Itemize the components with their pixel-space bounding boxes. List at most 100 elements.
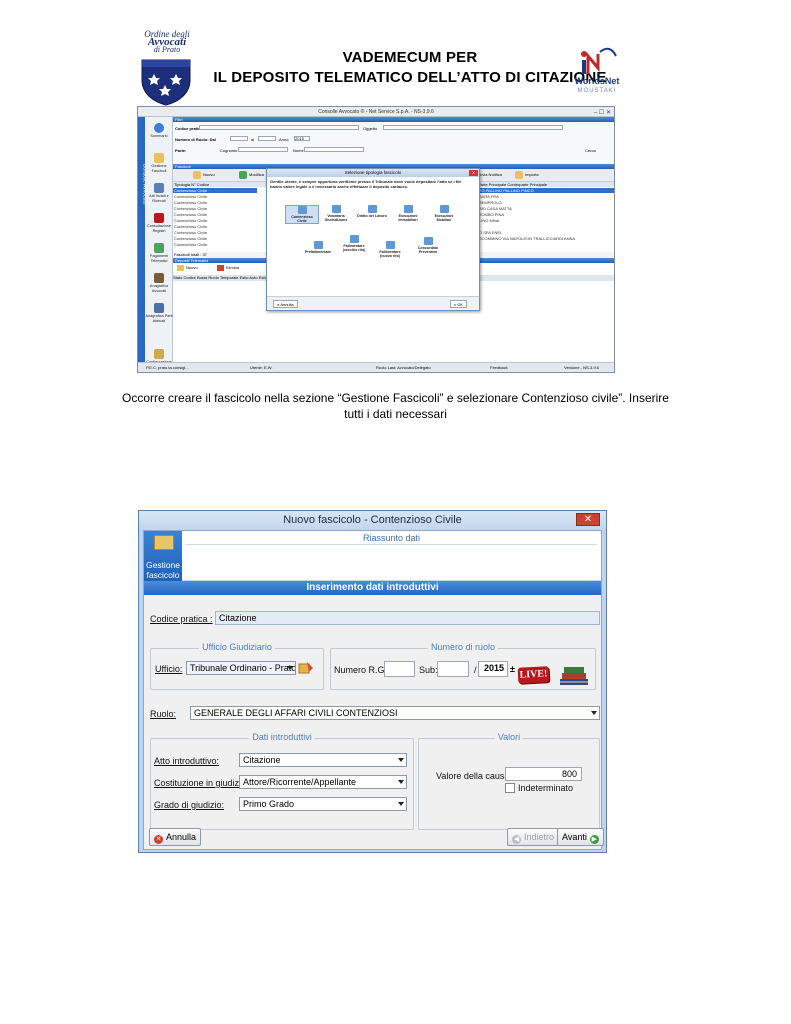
filter-codice-input[interactable] xyxy=(199,125,359,130)
table-row[interactable]: SCOMMINO VIA NAPOLEON TRALLICCIARDI ANNA xyxy=(478,236,614,241)
option-concordato[interactable]: Concordato Preventivo xyxy=(411,237,445,254)
folder-icon xyxy=(439,205,449,213)
grid-count: Fascicoli totali : 37 xyxy=(174,252,207,257)
nav-item-parti[interactable]: Anagrafica Parti Abituali xyxy=(145,303,173,323)
ruolo-label: Ruolo: xyxy=(150,709,177,719)
ruolo-select[interactable]: GENERALE DEGLI AFFARI CIVILI CONTENZIOSI xyxy=(190,706,600,720)
ufficio-search-icon[interactable] xyxy=(298,660,314,676)
table-row[interactable]: LINO Mihai xyxy=(478,218,614,223)
nav-item-avvocati[interactable]: Anagrafica Avvocati xyxy=(145,273,173,293)
gestione-fascicolo-panel: Gestione fascicolo xyxy=(144,531,182,581)
settings-icon xyxy=(154,349,164,359)
depositi-nuovo-button[interactable]: Nuovo xyxy=(177,265,198,271)
table-row[interactable]: TO PALLINO PALLINO PINCO xyxy=(478,188,614,193)
dialog-footer: ● Annulla ● OK xyxy=(267,296,479,310)
grado-select[interactable]: Primo Grado xyxy=(239,797,407,811)
books-icon[interactable] xyxy=(558,665,590,687)
dialog-close-icon[interactable]: ✕ xyxy=(469,170,478,176)
table-row[interactable]: Contenzioso Civile xyxy=(173,200,257,205)
table-row[interactable]: BIO CASA MATTA xyxy=(478,206,614,211)
folder-icon xyxy=(297,206,307,214)
annulla-button[interactable]: ✕ Annulla xyxy=(149,828,202,846)
nuovo-button[interactable]: Nuovo xyxy=(193,171,215,179)
ufficio-label: Ufficio: xyxy=(155,664,183,674)
live-badge[interactable]: LIVE! xyxy=(517,666,550,684)
option-fallimentare-nuovo[interactable]: Fallimentare (nuovo rito) xyxy=(373,241,407,258)
anno-input[interactable]: 2015 xyxy=(478,661,508,677)
table-row[interactable]: Contenzioso Civile xyxy=(173,224,257,229)
consolle-side-strip: Consolle Avvocato xyxy=(138,117,148,372)
indeterminato-label: Indeterminato xyxy=(518,783,574,793)
table-row[interactable]: TOMBO PINA xyxy=(478,212,614,217)
nav-item-gestione-fascicoli[interactable]: Gestione Fascicoli xyxy=(145,153,173,173)
valore-input[interactable]: 800 xyxy=(505,767,582,781)
option-contenzioso-civile[interactable]: Contenzioso Civile xyxy=(285,205,319,224)
dialog-ok-button[interactable]: ● OK xyxy=(449,300,467,308)
codice-pratica-input[interactable]: Citazione xyxy=(215,611,600,625)
option-fallimentare-vecchio[interactable]: Fallimentare (vecchio rito) xyxy=(337,235,371,252)
table-row[interactable] xyxy=(478,224,614,229)
table-row[interactable]: Contenzioso Civile xyxy=(173,188,257,193)
close-button[interactable]: ✕ xyxy=(576,513,600,526)
table-row[interactable]: Contenzioso Civile xyxy=(173,230,257,235)
costituzione-label: Costituzione in giudizio: xyxy=(154,778,249,788)
cerca-button[interactable]: Cerca xyxy=(585,148,596,153)
avanti-button[interactable]: Avanti ▶ xyxy=(557,828,604,846)
table-row[interactable]: Contenzioso Civile xyxy=(173,242,257,247)
chevron-down-icon xyxy=(287,666,293,670)
nav-item-pagamenti[interactable]: Pagamenti Telematici xyxy=(145,243,173,263)
folder-icon xyxy=(349,235,359,243)
slash-separator: / xyxy=(474,665,477,675)
dialog-message: Gentile utente, è sempre opportuno verif… xyxy=(270,179,462,189)
filter-parte-label: Parte: xyxy=(175,148,187,153)
option-lavoro[interactable]: Diritto del Lavoro xyxy=(355,205,389,218)
filter-al-input[interactable] xyxy=(258,136,276,141)
rg-input[interactable] xyxy=(384,661,415,677)
indietro-button[interactable]: ◀ Indietro xyxy=(507,828,560,846)
dialog-annulla-button[interactable]: ● Annulla xyxy=(273,300,298,308)
importa-button[interactable]: Importa xyxy=(515,171,539,179)
page-title: VADEMECUM PER IL DEPOSITO TELEMATICO DEL… xyxy=(205,48,615,88)
option-volontaria[interactable]: Volontaria Giurisdizione xyxy=(319,205,353,222)
nav-item-registri[interactable]: Consultazione Registri xyxy=(145,213,173,233)
folder-icon xyxy=(403,205,413,213)
info-icon xyxy=(154,123,164,133)
caption: Occorre creare il fascicolo nella sezion… xyxy=(60,390,731,422)
chevron-down-icon xyxy=(398,802,404,806)
shield-icon xyxy=(141,59,191,106)
sub-input[interactable] xyxy=(437,661,469,677)
folder-icon xyxy=(154,153,164,163)
indeterminato-checkbox[interactable] xyxy=(505,783,515,793)
filter-anno-input[interactable]: 2015 xyxy=(294,136,310,141)
side-label-1: Gestione xyxy=(145,560,181,570)
table-row[interactable]: Contenzioso Civile xyxy=(173,206,257,211)
filter-cognome-input[interactable] xyxy=(238,147,288,152)
table-row[interactable]: SEMPROLO xyxy=(478,200,614,205)
nav-item-sommario[interactable]: Sommario xyxy=(145,123,173,139)
option-esecuzioni-mobiliari[interactable]: Esecuzioni Mobiliari xyxy=(427,205,461,222)
table-row[interactable]: Contenzioso Civile xyxy=(173,236,257,241)
table-row[interactable]: O SPA ENEL xyxy=(478,230,614,235)
back-icon: ◀ xyxy=(512,835,521,844)
table-row[interactable]: SARA FRA xyxy=(478,194,614,199)
costituzione-select[interactable]: Attore/Ricorrente/Appellante xyxy=(239,775,407,789)
option-esecuzioni-immobiliari[interactable]: Esecuzioni Immobiliari xyxy=(391,205,425,222)
nav-item-atti[interactable]: Atti Inviati e Ricevuti xyxy=(145,183,173,203)
filter-dal-input[interactable] xyxy=(230,136,248,141)
modifica-button[interactable]: Modifica xyxy=(239,171,264,179)
table-row[interactable]: Contenzioso Civile xyxy=(173,212,257,217)
table-row[interactable]: Contenzioso Civile xyxy=(173,218,257,223)
atto-select[interactable]: Citazione xyxy=(239,753,407,767)
riassunto-divider xyxy=(186,544,597,545)
people-icon xyxy=(154,183,164,193)
anno-stepper[interactable]: ± xyxy=(510,665,515,674)
folder-icon xyxy=(177,265,184,271)
table-row[interactable]: Contenzioso Civile xyxy=(173,194,257,199)
filter-nome-input[interactable] xyxy=(304,147,364,152)
ufficio-select[interactable]: Tribunale Ordinario - Prato xyxy=(186,661,296,675)
status-feedback[interactable]: Feedback xyxy=(490,363,508,372)
caption-line-1: Occorre creare il fascicolo nella sezion… xyxy=(122,391,669,405)
depositi-elimina-button[interactable]: Elimina xyxy=(217,265,239,271)
filter-oggetto-combo[interactable] xyxy=(383,125,563,130)
option-prefallimentare[interactable]: Prefallimentare xyxy=(301,241,335,254)
